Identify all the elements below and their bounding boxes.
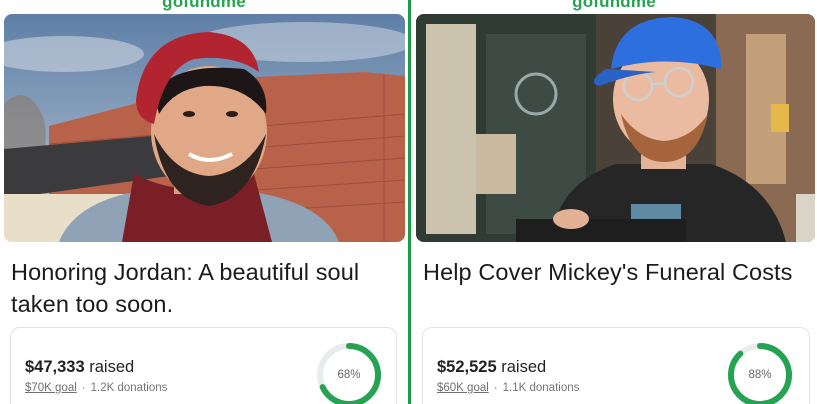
- campaign-title[interactable]: Honoring Jordan: A beautiful soul taken …: [11, 256, 403, 320]
- campaign-meta: $60K goal · 1.1K donations: [437, 382, 579, 394]
- campaign-card-mickey[interactable]: gofundme Help Cover Mickey's Funeral Cos…: [411, 0, 817, 404]
- campaign-title[interactable]: Help Cover Mickey's Funeral Costs: [423, 256, 813, 288]
- donation-progress-card: $47,333 raised $70K goal · 1.2K donations …: [10, 327, 397, 404]
- progress-percent: 88%: [748, 369, 772, 381]
- campaign-meta: $70K goal · 1.2K donations: [25, 382, 167, 394]
- goal-link[interactable]: $70K goal: [25, 382, 77, 394]
- goal-link[interactable]: $60K goal: [437, 382, 489, 394]
- campaign-photo[interactable]: [416, 14, 815, 242]
- photo-man-blue-cap: [416, 14, 815, 242]
- raised-amount: $52,525 raised: [437, 358, 547, 376]
- progress-percent: 68%: [337, 369, 361, 381]
- donation-progress-card: $52,525 raised $60K goal · 1.1K donations …: [422, 327, 810, 404]
- gofundme-logo: gofundme: [572, 0, 656, 11]
- progress-ring: 68%: [315, 341, 383, 404]
- campaign-photo[interactable]: [4, 14, 405, 242]
- donations-count: 1.1K donations: [502, 382, 580, 394]
- donations-count: 1.2K donations: [90, 382, 168, 394]
- separator-dot: ·: [493, 382, 498, 394]
- gofundme-logo: gofundme: [162, 0, 246, 11]
- photo-man-red-beanie: [4, 14, 405, 242]
- campaign-card-jordan[interactable]: gofundme Honoring Jordan: A beautiful so…: [0, 0, 408, 404]
- raised-amount: $47,333 raised: [25, 358, 135, 376]
- progress-ring: 88%: [726, 341, 794, 404]
- separator-dot: ·: [81, 382, 86, 394]
